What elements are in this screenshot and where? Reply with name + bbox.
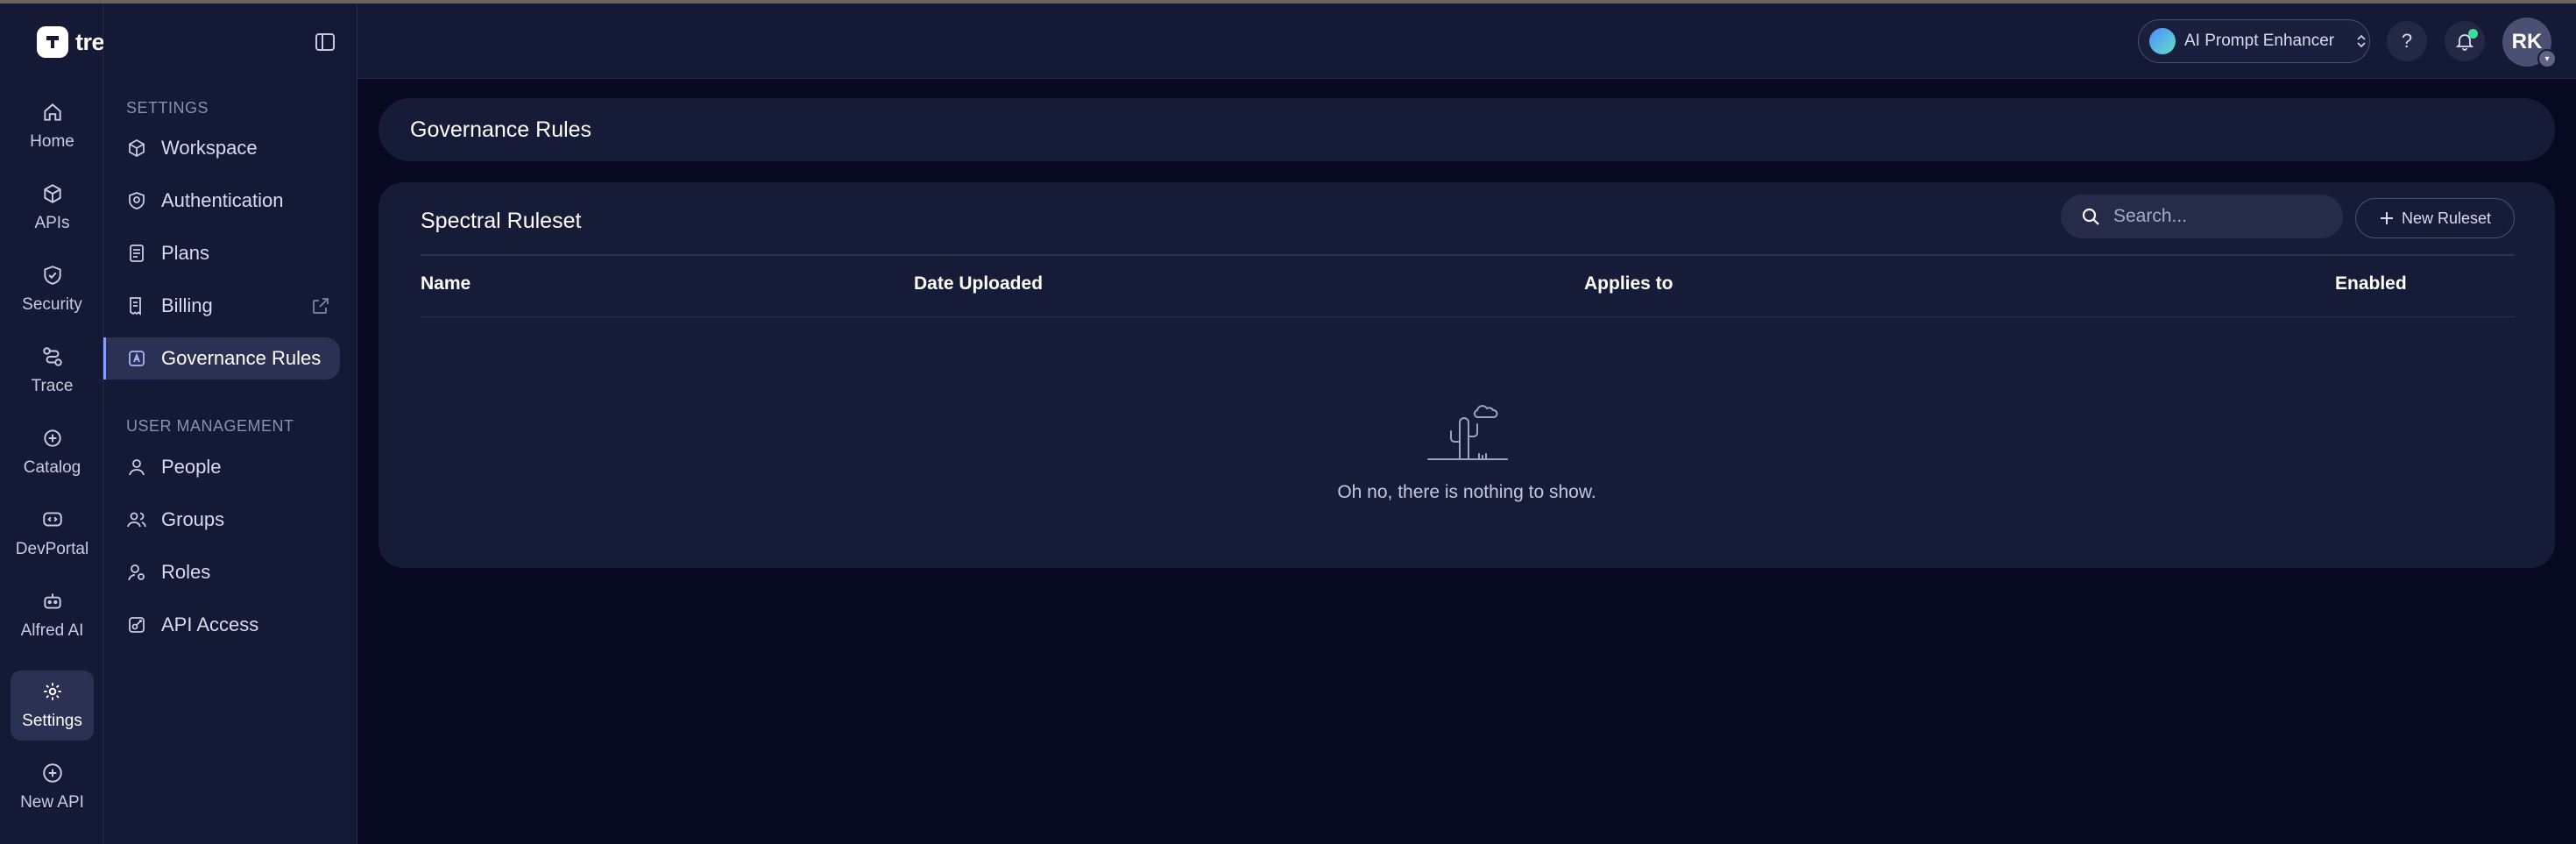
help-icon: ? [2401,30,2413,52]
rail-item-devportal[interactable]: DevPortal [11,499,94,569]
rail-item-label: Security [22,295,82,314]
rail-item-security[interactable]: Security [11,254,94,324]
new-ruleset-label: New Ruleset [2401,209,2492,227]
sidebar-item-label: People [161,456,222,478]
notifications-button[interactable] [2445,21,2485,61]
sidebar-item-label: Roles [161,561,211,583]
rail-item-label: New API [20,793,84,812]
gear-icon [43,683,61,700]
robot-icon [43,593,61,609]
route-icon [42,347,62,366]
settings-sidebar: SETTINGS Workspace Authentication Plans … [103,4,357,844]
sidebar-item-label: Authentication [161,189,284,211]
search-input[interactable] [2113,206,2324,227]
home-icon [43,103,61,121]
external-link-icon[interactable] [310,295,331,316]
rail-item-label: Catalog [23,458,81,477]
sidebar-item-api-access[interactable]: API Access [103,604,340,646]
rail-item-home[interactable]: Home [11,91,94,161]
sidebar-item-roles[interactable]: Roles [103,551,340,593]
devportal-icon [42,512,62,527]
fingerprint-shield-icon [129,192,145,209]
receipt-icon [130,297,141,316]
prompt-enhancer-label: AI Prompt Enhancer [2184,32,2335,50]
rail-item-label: DevPortal [15,540,89,558]
users-icon [127,512,146,528]
treblle-logo-icon [37,26,68,58]
avatar-chevron-icon[interactable]: ▾ [2537,49,2557,68]
rail-item-label: Home [30,132,74,151]
sidebar-item-label: Billing [161,294,213,316]
sidebar-item-plans[interactable]: Plans [103,232,340,274]
user-gear-icon [128,564,145,581]
prompt-enhancer-icon [2149,28,2176,54]
column-header-date-uploaded[interactable]: Date Uploaded [914,273,1043,294]
spectral-ruleset-card: Spectral Ruleset New Ruleset Name Date U… [379,182,2555,568]
rail-item-new-api[interactable]: New API [11,752,94,822]
column-header-name[interactable]: Name [421,273,471,294]
plus-circle-icon [42,763,62,783]
shield-check-icon [43,266,61,285]
rail-item-label: Settings [22,712,82,730]
search-icon [2082,208,2099,225]
rail-item-apis[interactable]: APIs [11,173,94,243]
rail-item-trace[interactable]: Trace [11,336,94,406]
sidebar-item-governance-rules[interactable]: Governance Rules [103,337,340,379]
cactus-empty-state-icon [1427,405,1508,460]
cube-icon [129,138,145,158]
sidebar-item-workspace[interactable]: Workspace [103,127,340,169]
sidebar-item-authentication[interactable]: Authentication [103,180,340,222]
sidebar-item-label: Plans [161,242,210,264]
card-title: Spectral Ruleset [421,209,582,233]
rail-item-settings[interactable]: Settings [11,670,94,741]
updown-chevron-icon [2357,34,2366,48]
help-button[interactable]: ? [2387,21,2427,61]
search-box[interactable] [2061,195,2343,238]
governance-icon [129,351,145,366]
document-icon [130,245,144,262]
top-header: AI Prompt Enhancer ? RK ▾ [357,4,2576,79]
table-header-divider [421,316,2515,317]
cube-icon [43,184,61,203]
rail-item-label: Alfred AI [20,621,84,640]
ai-prompt-enhancer-button[interactable]: AI Prompt Enhancer [2138,19,2370,63]
key-square-icon [129,617,145,633]
rail-item-label: Trace [31,377,74,395]
sidebar-item-label: Workspace [161,137,258,159]
rail-item-label: APIs [34,214,70,232]
page-title-bar: Governance Rules [379,98,2555,161]
catalog-icon [43,429,61,447]
sidebar-item-billing[interactable]: Billing [103,285,340,327]
sidebar-item-label: Governance Rules [161,347,322,369]
empty-state-text: Oh no, there is nothing to show. [1337,482,1596,502]
column-header-applies-to[interactable]: Applies to [1584,273,1674,294]
notification-dot [2468,29,2478,39]
page-title: Governance Rules [410,117,592,142]
sidebar-item-groups[interactable]: Groups [103,499,340,541]
section-label-user-management: USER MANAGEMENT [126,417,294,435]
sidebar-item-label: Groups [161,508,225,530]
sidebar-item-label: API Access [161,613,259,635]
plus-icon [2380,212,2393,224]
rail-item-alfred-ai[interactable]: Alfred AI [11,580,94,650]
rail-item-catalog[interactable]: Catalog [11,417,94,487]
sidebar-item-people[interactable]: People [103,446,340,488]
new-ruleset-button[interactable]: New Ruleset [2355,198,2515,238]
primary-rail: treblle Home APIs Security Trace Catalog… [0,4,144,844]
section-label-settings: SETTINGS [126,99,209,117]
header-divider [421,254,2515,256]
user-icon [129,459,145,476]
column-header-enabled[interactable]: Enabled [2335,273,2407,294]
sidebar-toggle-icon[interactable] [312,29,338,55]
